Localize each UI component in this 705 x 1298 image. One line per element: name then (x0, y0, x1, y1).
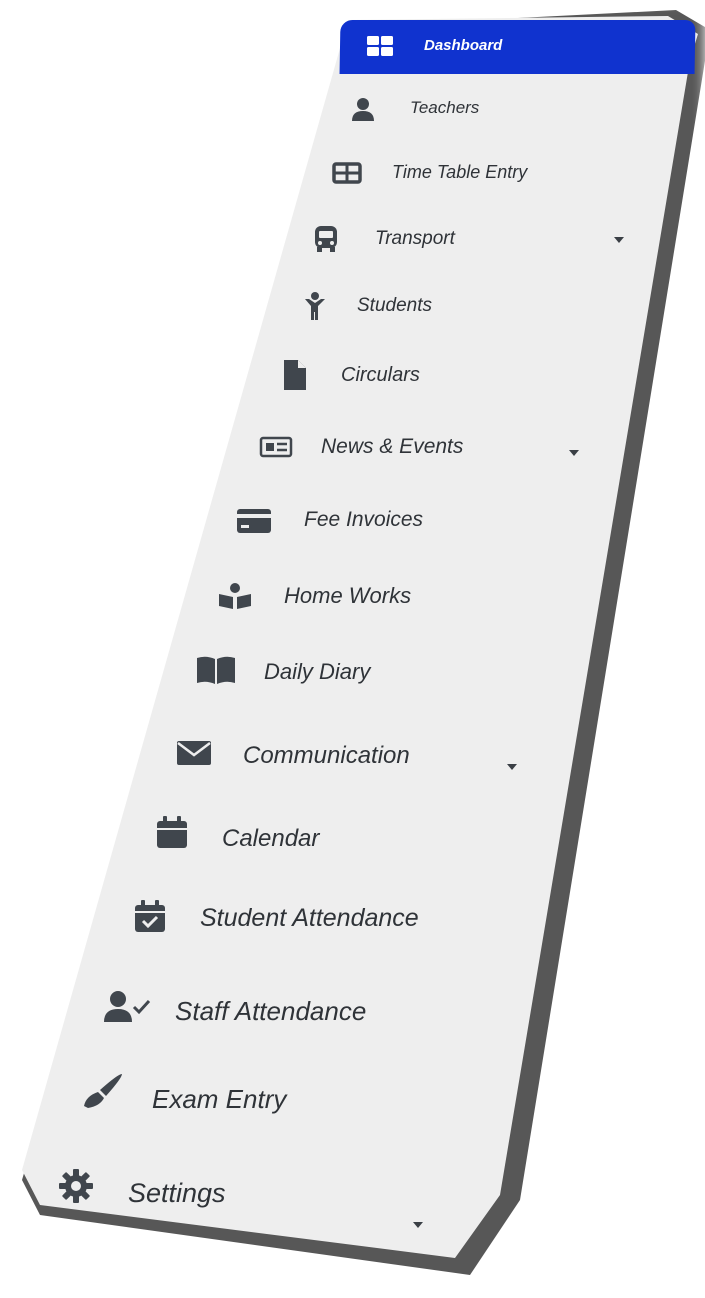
sidebar-item-label: Home Works (284, 583, 412, 608)
pen-icon (80, 1072, 124, 1110)
sidebar-item-label: Dashboard (424, 37, 503, 54)
sidebar-item-calendar[interactable]: Calendar (156, 812, 319, 852)
sidebar-item-label: News & Events (321, 435, 464, 458)
sidebar-item-student-attendance[interactable]: Student Attendance (134, 896, 419, 936)
dashboard-grid-icon (366, 35, 394, 57)
transport-chevron-down-icon[interactable] (614, 237, 624, 243)
newspaper-icon (259, 436, 293, 458)
sidebar-item-label: Staff Attendance (175, 996, 367, 1026)
sidebar-item-transport[interactable]: Transport (313, 223, 455, 255)
sidebar-item-fee-invoices[interactable]: Fee Invoices (236, 504, 423, 538)
gear-icon (58, 1168, 94, 1204)
envelope-icon (176, 739, 212, 767)
sidebar-item-teachers[interactable]: Teachers (350, 94, 479, 124)
sidebar-item-circulars[interactable]: Circulars (283, 358, 420, 392)
sidebar-item-label: Time Table Entry (392, 162, 528, 182)
sidebar-item-label: Exam Entry (152, 1084, 287, 1114)
sidebar-item-communication[interactable]: Communication (176, 734, 410, 772)
sidebar-item-label: Communication (243, 742, 410, 769)
user-icon (350, 96, 376, 122)
calendar-check-icon (134, 899, 166, 933)
sidebar-item-label: Student Attendance (200, 904, 419, 932)
book-reader-icon (218, 582, 252, 610)
sidebar-item-news-events[interactable]: News & Events (259, 430, 463, 464)
child-icon (303, 291, 327, 321)
sidebar-item-label: Students (357, 295, 432, 316)
sidebar-item-dashboard[interactable]: Dashboard (366, 31, 502, 61)
sidebar-item-label: Calendar (222, 825, 320, 852)
sidebar-item-exam-entry[interactable]: Exam Entry (80, 1070, 286, 1114)
credit-card-icon (236, 508, 272, 534)
sidebar-item-staff-attendance[interactable]: Staff Attendance (103, 986, 366, 1026)
sidebar-item-daily-diary[interactable]: Daily Diary (196, 652, 370, 688)
sidebar-item-settings[interactable]: Settings (58, 1164, 226, 1208)
sidebar-item-label: Circulars (341, 364, 420, 386)
bus-icon (313, 224, 339, 254)
sidebar-item-home-works[interactable]: Home Works (218, 578, 411, 614)
file-icon (283, 359, 307, 391)
calendar-icon (156, 815, 188, 849)
news-events-chevron-down-icon[interactable] (569, 450, 579, 456)
user-check-icon (103, 989, 151, 1023)
sidebar-item-label: Teachers (410, 98, 480, 117)
settings-chevron-down-icon[interactable] (413, 1222, 423, 1228)
table-icon (332, 162, 362, 184)
sidebar-item-label: Settings (128, 1178, 226, 1208)
sidebar-item-label: Daily Diary (264, 659, 371, 684)
sidebar-item-students[interactable]: Students (303, 290, 432, 322)
sidebar-item-time-table-entry[interactable]: Time Table Entry (332, 158, 527, 188)
sidebar-item-label: Fee Invoices (304, 508, 424, 531)
sidebar-item-label: Transport (375, 228, 455, 249)
communication-chevron-down-icon[interactable] (507, 764, 517, 770)
open-book-icon (196, 655, 236, 685)
